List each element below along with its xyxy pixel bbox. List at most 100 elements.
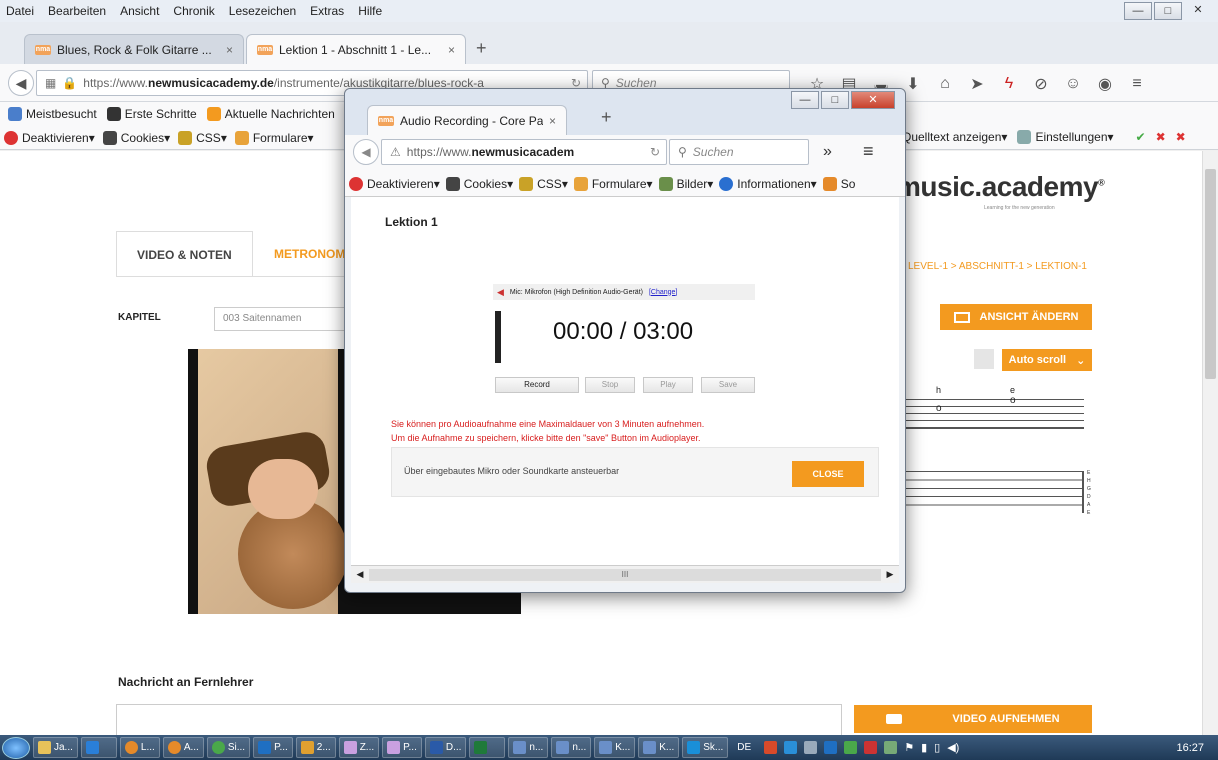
error-icon[interactable]: ✖: [1156, 130, 1166, 144]
webdev-css[interactable]: CSS▾: [178, 130, 227, 145]
webdev-cookies[interactable]: Cookies▾: [445, 176, 513, 191]
start-button-icon[interactable]: [2, 736, 30, 759]
minimize-button[interactable]: —: [1124, 2, 1152, 20]
taskbar-item[interactable]: L...: [119, 737, 160, 758]
tab-video-noten[interactable]: VIDEO & NOTEN: [116, 231, 253, 277]
scroll-right-icon[interactable]: ▶: [881, 569, 899, 580]
scroll-left-icon[interactable]: ◀: [351, 569, 369, 580]
send-icon[interactable]: ➤: [966, 74, 988, 94]
play-button[interactable]: Play: [643, 377, 693, 393]
hamburger-menu-icon[interactable]: ≡: [1126, 75, 1148, 93]
back-button[interactable]: ◀: [353, 139, 379, 165]
tray-mail-icon[interactable]: [804, 741, 818, 754]
webdev-formulare[interactable]: Formulare▾: [234, 130, 314, 145]
taskbar-item[interactable]: 2...: [295, 737, 336, 758]
save-button[interactable]: Save: [701, 377, 755, 393]
maximize-button[interactable]: □: [821, 91, 849, 109]
menu-ansicht[interactable]: Ansicht: [120, 4, 159, 18]
tray-acrobat-icon[interactable]: [864, 741, 878, 754]
overflow-chevron-icon[interactable]: »: [823, 143, 832, 161]
menu-extras[interactable]: Extras: [310, 4, 344, 18]
taskbar-item[interactable]: n...: [508, 737, 549, 758]
webdev-formulare[interactable]: Formulare▾: [573, 176, 653, 191]
mic-change-link[interactable]: [Change]: [649, 289, 677, 296]
auto-scroll-button[interactable]: Auto scroll ⌄: [1002, 349, 1092, 371]
webdev-einstellungen[interactable]: Einstellungen▾: [1017, 130, 1114, 144]
webdev-css[interactable]: CSS▾: [519, 176, 568, 191]
scrollbar-thumb[interactable]: III: [369, 568, 881, 581]
menu-datei[interactable]: Datei: [6, 4, 34, 18]
menu-hilfe[interactable]: Hilfe: [358, 4, 382, 18]
taskbar-item[interactable]: Sk...: [682, 737, 729, 758]
webdev-deaktivieren[interactable]: Deaktivieren▾: [349, 176, 440, 191]
webdev-quelltext[interactable]: Quelltext anzeigen▾: [902, 130, 1007, 144]
webdev-bilder[interactable]: Bilder▾: [658, 176, 713, 191]
kapitel-select[interactable]: 003 Saitennamen: [214, 307, 346, 331]
minimize-button[interactable]: —: [791, 91, 819, 109]
video-aufnehmen-button[interactable]: VIDEO AUFNEHMEN: [854, 705, 1092, 733]
taskbar-item[interactable]: [469, 737, 506, 758]
scrollbar-thumb[interactable]: [1205, 169, 1216, 379]
close-window-button[interactable]: ✕: [1184, 2, 1212, 20]
taskbar-item[interactable]: P...: [382, 737, 422, 758]
scroll-checkbox[interactable]: [974, 349, 994, 369]
close-toolbar-icon[interactable]: ✖: [1176, 130, 1186, 144]
tab-blues-rock[interactable]: nma Blues, Rock & Folk Gitarre ... ×: [24, 34, 244, 64]
network-icon[interactable]: ▮: [921, 741, 927, 754]
close-window-button[interactable]: ✕: [851, 91, 895, 109]
hamburger-menu-icon[interactable]: ≡: [863, 141, 874, 162]
site-logo[interactable]: music.academy®: [896, 171, 1105, 203]
taskbar-item[interactable]: K...: [594, 737, 636, 758]
home-icon[interactable]: ⌂: [934, 75, 956, 93]
tray-sync-icon[interactable]: [884, 741, 898, 754]
bookmark-aktuelle-nachrichten[interactable]: Aktuelle Nachrichten: [206, 107, 335, 121]
popup-tab[interactable]: nma Audio Recording - Core Pa... ×: [367, 105, 567, 135]
taskbar-item[interactable]: K...: [638, 737, 680, 758]
taskbar-item[interactable]: Z...: [338, 737, 380, 758]
taskbar-item[interactable]: D...: [424, 737, 467, 758]
bookmark-meistbesucht[interactable]: Meistbesucht: [8, 107, 97, 121]
taskbar-item[interactable]: Ja...: [33, 737, 78, 758]
popup-search-box[interactable]: ⚲ Suchen: [669, 139, 809, 165]
taskbar-item[interactable]: Si...: [206, 737, 251, 758]
tab-lektion-1[interactable]: nma Lektion 1 - Abschnitt 1 - Le... ×: [246, 34, 466, 64]
language-indicator[interactable]: DE: [737, 742, 751, 753]
tray-app-icon[interactable]: [764, 741, 778, 754]
adblock-icon[interactable]: ◉: [1094, 74, 1116, 94]
bookmark-erste-schritte[interactable]: Erste Schritte: [106, 107, 197, 121]
menu-lesezeichen[interactable]: Lesezeichen: [229, 4, 296, 18]
close-tab-icon[interactable]: ×: [549, 114, 556, 128]
tray-windows-icon[interactable]: [784, 741, 798, 754]
new-tab-icon[interactable]: +: [476, 38, 487, 59]
new-tab-icon[interactable]: +: [601, 107, 612, 128]
taskbar-item[interactable]: [80, 737, 117, 758]
message-textarea[interactable]: [116, 704, 842, 739]
close-button[interactable]: CLOSE: [792, 461, 864, 487]
tray-security-icon[interactable]: [844, 741, 858, 754]
close-tab-icon[interactable]: ×: [448, 43, 455, 57]
chat-icon[interactable]: ☺: [1062, 75, 1084, 93]
menu-chronik[interactable]: Chronik: [173, 4, 214, 18]
breadcrumb[interactable]: LEVEL-1 > ABSCHNITT-1 > LEKTION-1: [908, 261, 1087, 272]
stop-button[interactable]: Stop: [585, 377, 635, 393]
webdev-cookies[interactable]: Cookies▾: [102, 130, 170, 145]
maximize-button[interactable]: □: [1154, 2, 1182, 20]
close-tab-icon[interactable]: ×: [226, 43, 233, 57]
extension-icon[interactable]: ⊘: [1030, 74, 1052, 94]
back-button[interactable]: ◀: [8, 70, 34, 96]
clock[interactable]: 16:27: [1176, 742, 1204, 754]
taskbar-item[interactable]: n...: [551, 737, 592, 758]
webdev-informationen[interactable]: Informationen▾: [719, 176, 817, 191]
taskbar-item[interactable]: P...: [253, 737, 293, 758]
tray-outlook-icon[interactable]: [824, 741, 838, 754]
battery-icon[interactable]: ▯: [934, 741, 940, 754]
ansicht-aendern-button[interactable]: ANSICHT ÄNDERN: [940, 304, 1092, 330]
popup-url-bar[interactable]: ⚠ https://www.newmusicacadem ↻: [381, 139, 667, 165]
webdev-deaktivieren[interactable]: Deaktivieren▾: [4, 130, 95, 145]
checkmark-icon[interactable]: ✔: [1136, 130, 1146, 144]
taskbar-item[interactable]: A...: [162, 737, 204, 758]
webdev-so[interactable]: So: [822, 176, 855, 191]
page-scrollbar[interactable]: [1202, 151, 1218, 735]
record-button[interactable]: Record: [495, 377, 579, 393]
page-info-icon[interactable]: ▦: [45, 76, 56, 90]
